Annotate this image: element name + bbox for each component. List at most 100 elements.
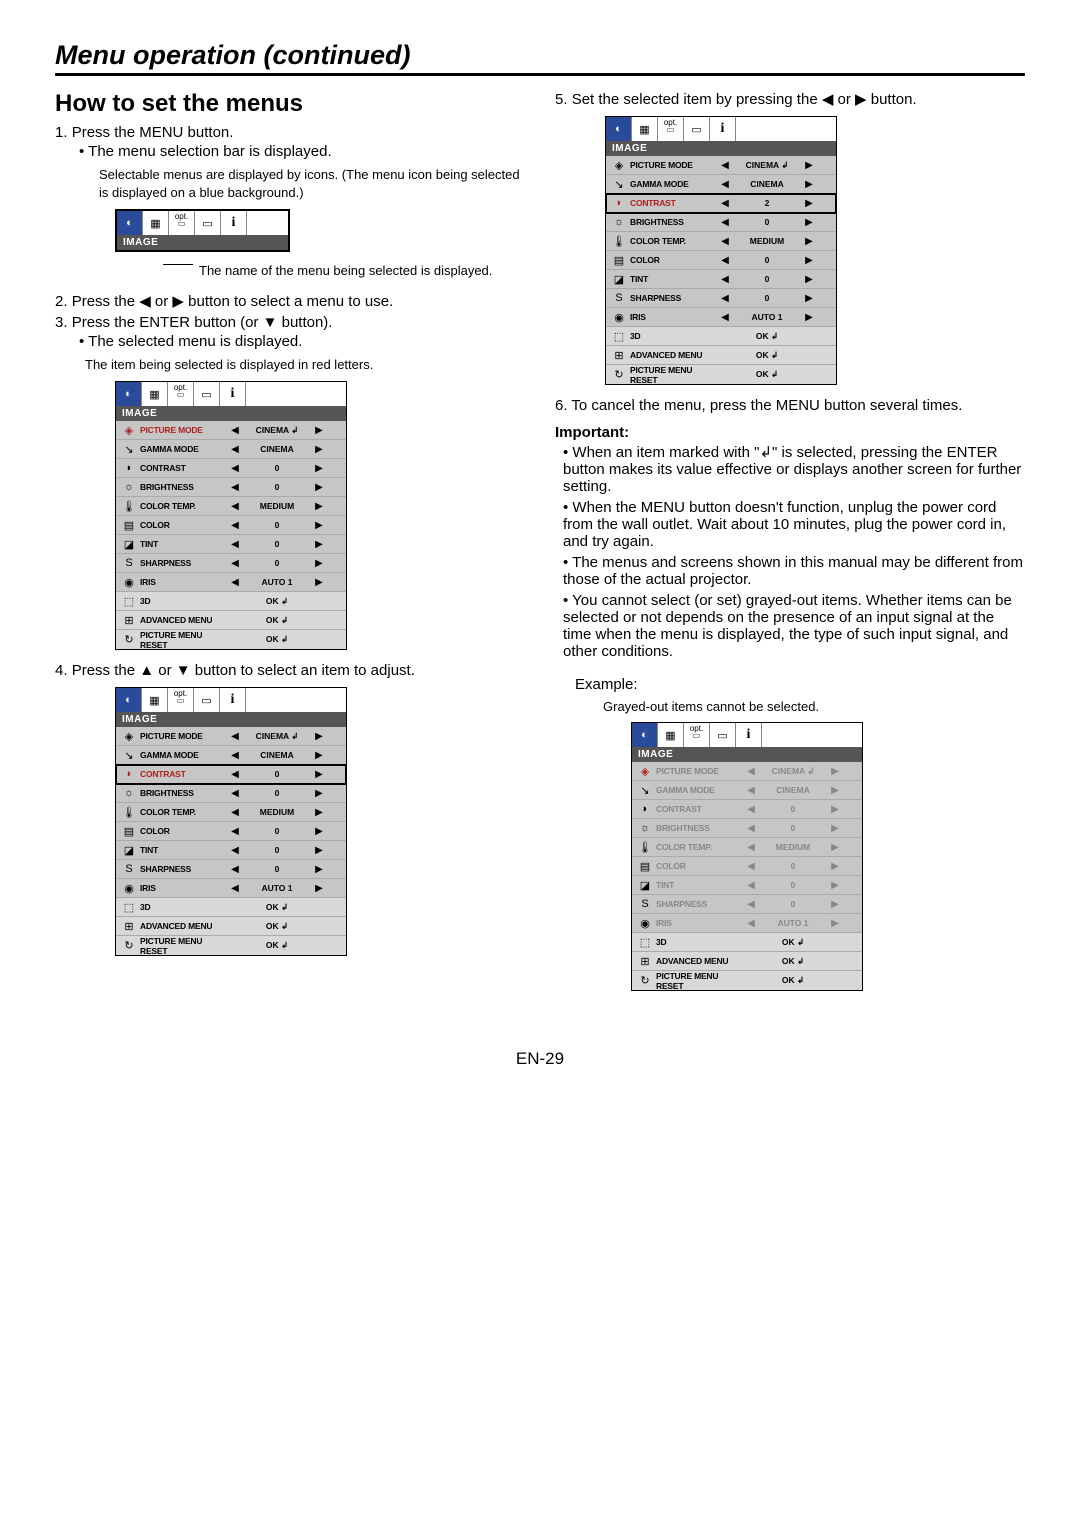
menu-row-value: OK ↲	[758, 975, 828, 986]
menu-row-name: COLOR	[654, 861, 744, 871]
menu-row-value: 0	[242, 826, 312, 836]
menu-row-value: OK ↲	[242, 921, 312, 932]
arrow-left-icon: ◀	[228, 425, 242, 436]
menu-row-icon: ◈	[610, 159, 628, 172]
menu-row-value: MEDIUM	[732, 236, 802, 246]
right-column: 5. Set the selected item by pressing the…	[555, 90, 1025, 1003]
arrow-right-icon: ▶	[312, 788, 326, 799]
step-1-bullet: The menu selection bar is displayed.	[79, 143, 525, 160]
menu-row-name: SHARPNESS	[654, 899, 744, 909]
menu-row-value: CINEMA	[758, 785, 828, 795]
step-1: 1. Press the MENU button. The menu selec…	[55, 124, 525, 160]
menu-row: ◈PICTURE MODE◀CINEMA ↲▶	[116, 421, 346, 440]
menu-row: ◗CONTRAST◀0▶	[632, 800, 862, 819]
menu-row: ◉IRIS◀AUTO 1▶	[116, 573, 346, 592]
menu-row: ↻PICTURE MENU RESETOK ↲	[632, 971, 862, 990]
menu-row-name: SHARPNESS	[138, 864, 228, 874]
menu-tab-icon: ▭	[195, 211, 221, 235]
step-2: 2. Press the ◀ or ▶ button to select a m…	[55, 292, 525, 310]
menu-row-icon: ◉	[120, 576, 138, 589]
menu-row: ▤COLOR◀0▶	[116, 516, 346, 535]
arrow-left-icon: ◀	[228, 826, 242, 837]
menu-row-name: ADVANCED MENU	[138, 921, 228, 931]
menu-row-icon: ◉	[610, 311, 628, 324]
important-item: When an item marked with "↲" is selected…	[563, 443, 1025, 495]
menu-row-icon: ☼	[120, 787, 138, 799]
menu-row-name: CONTRAST	[628, 198, 718, 208]
menu-tab-icon: ▭	[194, 688, 220, 712]
menu-row: ◪TINT◀0▶	[116, 841, 346, 860]
menu-tab-opt-icon: ▭	[168, 688, 194, 712]
menu-row-name: TINT	[654, 880, 744, 890]
arrow-right-icon: ▶	[312, 482, 326, 493]
arrow-left-icon: ◀	[718, 179, 732, 190]
arrow-right-icon: ▶	[312, 807, 326, 818]
menu-row: SSHARPNESS◀0▶	[632, 895, 862, 914]
arrow-right-icon: ▶	[802, 160, 816, 171]
menu-name-label: IMAGE	[116, 406, 346, 421]
menu-row-name: IRIS	[628, 312, 718, 322]
menu-row-icon: ↻	[120, 939, 138, 952]
menu-tab-image-icon: ◐	[117, 211, 143, 235]
page-number: EN-29	[55, 1049, 1025, 1069]
arrow-right-icon: ▶	[312, 750, 326, 761]
menu-row-name: PICTURE MODE	[628, 160, 718, 170]
menu-diagram-step3: ◐▦▭▭iIMAGE◈PICTURE MODE◀CINEMA ↲▶↘GAMMA …	[115, 381, 525, 650]
arrow-left-icon: ◀	[228, 501, 242, 512]
menu-tab-opt-icon: ▭	[168, 382, 194, 406]
arrow-left-icon: ◀	[228, 482, 242, 493]
menu-row-value: OK ↲	[242, 596, 312, 607]
menu-row-icon: ◗	[120, 462, 138, 474]
arrow-left-icon: ◀	[744, 785, 758, 796]
menu-row: ⊞ADVANCED MENUOK ↲	[116, 917, 346, 936]
arrow-right-icon: ▶	[828, 823, 842, 834]
menu-row-icon: ⬚	[610, 330, 628, 343]
menu-row-icon: ◪	[120, 844, 138, 857]
arrow-right-icon: ▶	[802, 312, 816, 323]
arrow-left-icon: ◀	[718, 198, 732, 209]
arrow-left-icon: ◀	[228, 769, 242, 780]
menu-row-icon: ▤	[636, 860, 654, 873]
important-item: The menus and screens shown in this manu…	[563, 554, 1025, 588]
arrow-left-icon: ◀	[718, 255, 732, 266]
menu-row-name: SHARPNESS	[138, 558, 228, 568]
menu-row-icon: ⊞	[636, 955, 654, 968]
arrow-left-icon: ◀	[228, 731, 242, 742]
menu-row: ◈PICTURE MODE◀CINEMA ↲▶	[116, 727, 346, 746]
step-5: 5. Set the selected item by pressing the…	[555, 90, 1025, 108]
menu-row-name: BRIGHTNESS	[654, 823, 744, 833]
menu-name-label: IMAGE	[117, 235, 288, 250]
menu-row-value: OK ↲	[758, 937, 828, 948]
step-3-bullet: The selected menu is displayed.	[79, 333, 525, 350]
menu-row-icon: ▤	[120, 825, 138, 838]
menu-row-icon: ◉	[636, 917, 654, 930]
menu-row-name: GAMMA MODE	[628, 179, 718, 189]
arrow-right-icon: ▶	[828, 766, 842, 777]
menu-row-name: 3D	[138, 902, 228, 912]
arrow-right-icon: ▶	[802, 236, 816, 247]
menu-row-name: IRIS	[654, 918, 744, 928]
arrow-right-icon: ▶	[312, 769, 326, 780]
menu-row-name: SHARPNESS	[628, 293, 718, 303]
menu-tab-icon: ▦	[142, 382, 168, 406]
menu-diagram-grayed: ◐▦▭▭iIMAGE◈PICTURE MODE◀CINEMA ↲▶↘GAMMA …	[631, 722, 1025, 991]
menu-name-label: IMAGE	[116, 712, 346, 727]
menu-row-name: CONTRAST	[138, 769, 228, 779]
menu-row-value: 0	[732, 274, 802, 284]
menu-row-name: GAMMA MODE	[138, 444, 228, 454]
important-item: You cannot select (or set) grayed-out it…	[563, 592, 1025, 660]
menu-row-icon: ↘	[120, 443, 138, 456]
arrow-right-icon: ▶	[802, 217, 816, 228]
menu-row-value: 0	[242, 845, 312, 855]
menu-row-name: PICTURE MENU RESET	[138, 630, 228, 650]
menu-row-icon: S	[120, 863, 138, 875]
menu-row-icon: S	[120, 557, 138, 569]
menu-row-value: MEDIUM	[242, 501, 312, 511]
arrow-left-icon: ◀	[228, 444, 242, 455]
menu-row-value: 0	[242, 539, 312, 549]
arrow-right-icon: ▶	[802, 274, 816, 285]
menu-row-icon: ▤	[610, 254, 628, 267]
menu-row-name: PICTURE MENU RESET	[138, 936, 228, 956]
menu-row-value: 2	[732, 198, 802, 208]
menu-row: ☼BRIGHTNESS◀0▶	[632, 819, 862, 838]
